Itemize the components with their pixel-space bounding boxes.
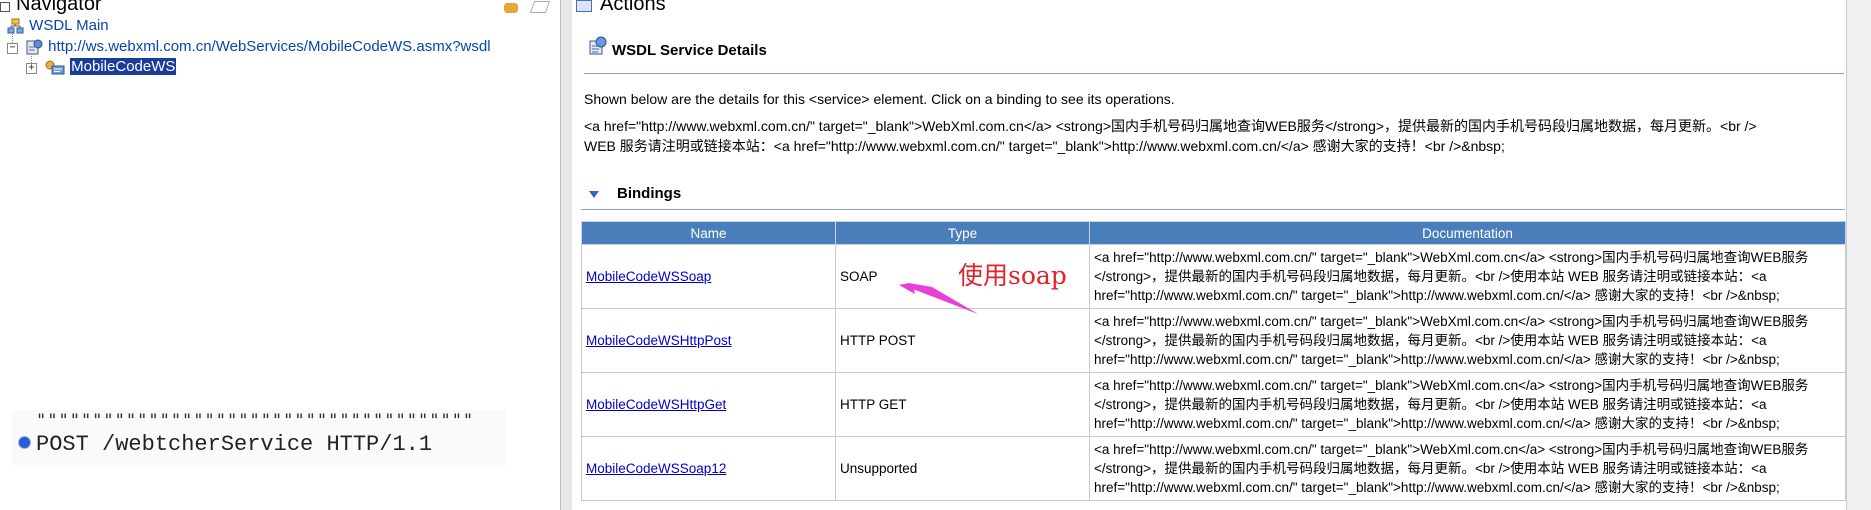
binding-link[interactable]: MobileCodeWSHttpGet — [586, 397, 726, 412]
code-quotes: """"""""""""""""""""""""""""""""""""""" — [36, 411, 475, 431]
service-documentation-line1: <a href="http://www.webxml.com.cn/" targ… — [584, 118, 1757, 134]
wsdl-service-icon — [589, 36, 607, 55]
expand-toggle[interactable]: + — [26, 63, 37, 74]
breakpoint-icon — [19, 437, 30, 448]
binding-doc-cell: <a href="http://www.webxml.com.cn/" targ… — [1089, 436, 1846, 501]
table-row: MobileCodeWSHttpPost HTTP POST <a href="… — [581, 308, 1846, 373]
navigator-toolbar — [490, 0, 551, 18]
doc-line: </strong>，提供最新的国内手机号码段归属地数据，每月更新。<br />使… — [1094, 397, 1767, 412]
binding-link[interactable]: MobileCodeWSHttpPost — [586, 333, 732, 348]
navigator-title: Navigator — [16, 0, 102, 15]
doc-line: href="http://www.webxml.com.cn/" target=… — [1094, 352, 1780, 367]
doc-line: </strong>，提供最新的国内手机号码段归属地数据，每月更新。<br />使… — [1094, 461, 1767, 476]
wsdl-document-icon — [26, 39, 43, 55]
section-divider — [584, 73, 1844, 74]
tree-node-label: WSDL Main — [29, 17, 109, 34]
doc-line: <a href="http://www.webxml.com.cn/" targ… — [1094, 442, 1809, 457]
refresh-icon[interactable] — [504, 3, 518, 13]
tree-node-service[interactable]: MobileCodeWS — [44, 58, 177, 76]
column-header-type[interactable]: Type — [835, 221, 1090, 245]
service-documentation-line2: WEB 服务请注明或链接本站：<a href="http://www.webxm… — [584, 138, 1505, 154]
binding-name-cell: MobileCodeWSHttpPost — [581, 308, 836, 373]
binding-name-cell: MobileCodeWSSoap — [581, 244, 836, 309]
navigator-pane: Navigator WSDL Main − http://ws.webxml.c… — [0, 0, 560, 510]
tree-node-wsdl-main[interactable]: WSDL Main — [7, 17, 109, 35]
doc-line: href="http://www.webxml.com.cn/" target=… — [1094, 288, 1780, 303]
annotation-text: 使用soap — [958, 261, 1067, 290]
navigator-icon — [0, 2, 10, 12]
binding-link[interactable]: MobileCodeWSSoap — [586, 269, 711, 284]
collapse-toggle[interactable]: − — [7, 43, 18, 54]
column-header-name[interactable]: Name — [581, 221, 836, 245]
binding-type-cell: HTTP GET — [835, 372, 1090, 437]
table-row: MobileCodeWSHttpGet HTTP GET <a href="ht… — [581, 372, 1846, 437]
bindings-table: Name Type Documentation MobileCodeWSSoap… — [581, 221, 1846, 501]
bindings-divider — [581, 209, 1845, 210]
binding-type-cell: Unsupported — [835, 436, 1090, 501]
table-row: MobileCodeWSSoap12 Unsupported <a href="… — [581, 436, 1846, 501]
binding-doc-cell: <a href="http://www.webxml.com.cn/" targ… — [1089, 372, 1846, 437]
section-title: WSDL Service Details — [612, 42, 767, 59]
collapse-bindings-icon[interactable] — [589, 191, 599, 198]
doc-line: <a href="http://www.webxml.com.cn/" targ… — [1094, 314, 1809, 329]
actions-title: Actions — [600, 0, 666, 15]
tree-node-wsdl-url[interactable]: http://ws.webxml.com.cn/WebServices/Mobi… — [24, 38, 491, 56]
code-line: POST /webtcherService HTTP/1.1 — [36, 432, 433, 457]
column-header-documentation[interactable]: Documentation — [1089, 221, 1846, 245]
tree-node-label: MobileCodeWS — [70, 58, 177, 75]
code-snippet-overlay: """"""""""""""""""""""""""""""""""""""" … — [12, 410, 506, 466]
table-row: MobileCodeWSSoap SOAP <a href="http://ww… — [581, 244, 1846, 309]
binding-doc-cell: <a href="http://www.webxml.com.cn/" targ… — [1089, 244, 1846, 309]
doc-line: <a href="http://www.webxml.com.cn/" targ… — [1094, 250, 1809, 265]
binding-name-cell: MobileCodeWSSoap12 — [581, 436, 836, 501]
binding-name-cell: MobileCodeWSHttpGet — [581, 372, 836, 437]
tree-node-label: http://ws.webxml.com.cn/WebServices/Mobi… — [48, 38, 491, 55]
scrollbar-track[interactable] — [1846, 0, 1871, 510]
service-icon — [45, 60, 65, 75]
hierarchy-icon — [7, 18, 24, 34]
actions-icon — [576, 0, 592, 12]
doc-line: href="http://www.webxml.com.cn/" target=… — [1094, 480, 1780, 495]
doc-line: href="http://www.webxml.com.cn/" target=… — [1094, 416, 1780, 431]
binding-doc-cell: <a href="http://www.webxml.com.cn/" targ… — [1089, 308, 1846, 373]
binding-type-cell: HTTP POST — [835, 308, 1090, 373]
bindings-title: Bindings — [617, 185, 682, 202]
service-description: Shown below are the details for this <se… — [584, 91, 1175, 107]
doc-line: <a href="http://www.webxml.com.cn/" targ… — [1094, 378, 1809, 393]
table-header-row: Name Type Documentation — [581, 221, 1846, 245]
doc-line: </strong>，提供最新的国内手机号码段归属地数据，每月更新。<br />使… — [1094, 333, 1767, 348]
doc-line: </strong>，提供最新的国内手机号码段归属地数据，每月更新。<br />使… — [1094, 269, 1767, 284]
edit-icon[interactable] — [529, 1, 551, 13]
binding-link[interactable]: MobileCodeWSSoap12 — [586, 461, 726, 476]
